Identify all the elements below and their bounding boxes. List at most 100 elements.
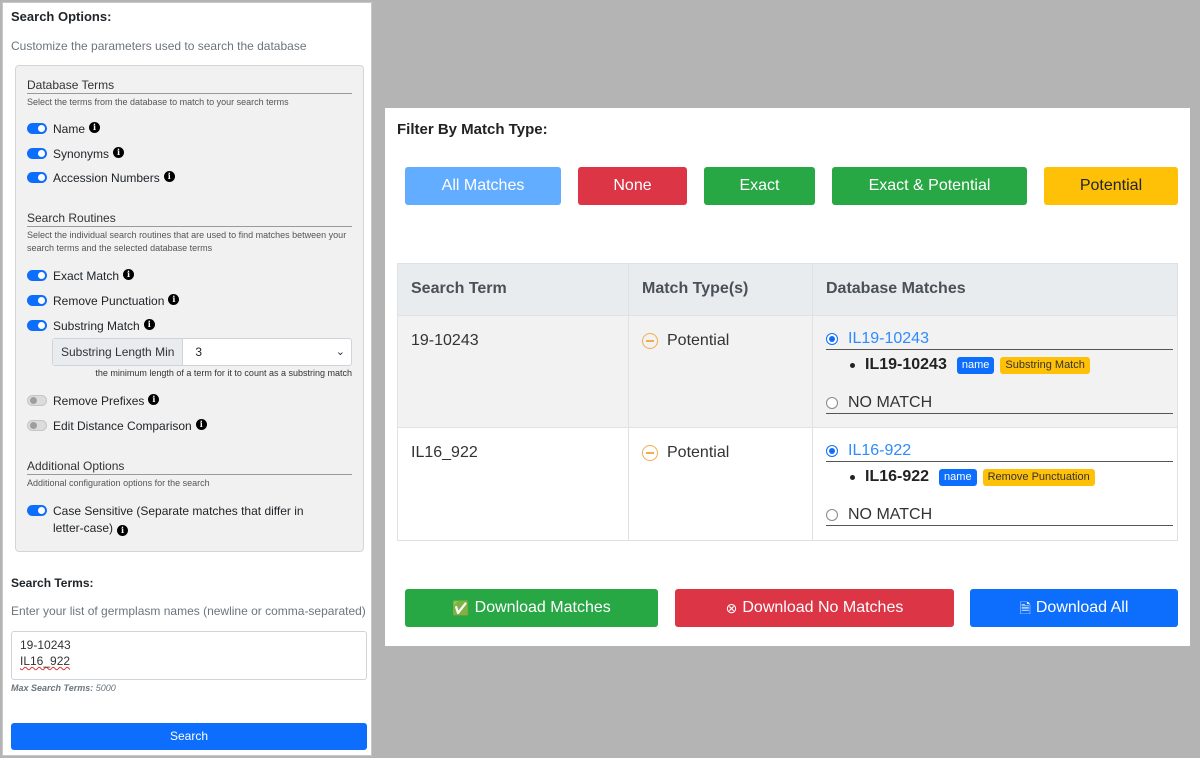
match-option[interactable]: IL19-10243 (826, 328, 1173, 350)
option-case-sensitive[interactable]: Case Sensitive (Separate matches that di… (27, 503, 337, 537)
badge-term: name (956, 356, 995, 374)
info-icon[interactable]: i (195, 419, 207, 430)
option-remove-punctuation[interactable]: Remove Punctuation i (27, 294, 180, 308)
option-label: Name (53, 122, 86, 136)
search-term-line: IL16_922 (20, 654, 71, 668)
download-no-matches-button[interactable]: ⊗ Download No Matches (675, 589, 954, 627)
option-exact-match[interactable]: Exact Match i (27, 269, 135, 283)
toggle-switch-name[interactable] (27, 123, 47, 134)
filter-none-button[interactable]: None (578, 167, 687, 205)
info-icon[interactable]: i (117, 525, 129, 536)
search-term-line: 19-10243 (20, 638, 71, 652)
search-term-text: 19-10243 (411, 332, 479, 349)
match-type-label: Potential (667, 444, 730, 461)
option-label: Remove Punctuation (53, 294, 165, 308)
database-match-options: IL16-922 IL16-922 name Remove Punctuatio… (826, 440, 1173, 526)
info-icon[interactable]: i (168, 294, 180, 305)
option-label: Substring Match (53, 319, 140, 333)
substring-length-select[interactable]: 3 ⌄ (183, 339, 351, 365)
toggle-switch-remove-punctuation[interactable] (27, 295, 47, 306)
search-options-title: Search Options: (11, 9, 112, 24)
option-accession-numbers[interactable]: Accession Numbers i (27, 171, 175, 185)
max-search-terms: Max Search Terms: 5000 (11, 683, 116, 693)
info-icon[interactable]: i (113, 147, 125, 158)
chevron-down-icon: ⌄ (335, 346, 345, 358)
radio-button[interactable] (826, 508, 838, 521)
search-button[interactable]: Search (11, 723, 367, 750)
toggle-switch-case-sensitive[interactable] (27, 505, 47, 516)
toggle-switch-accession[interactable] (27, 172, 47, 183)
filter-exact-potential-button[interactable]: Exact & Potential (832, 167, 1027, 205)
minus-circle-icon (642, 445, 658, 461)
match-type: Potential (642, 444, 729, 462)
filter-potential-button[interactable]: Potential (1044, 167, 1178, 205)
radio-button[interactable] (826, 396, 838, 409)
info-icon[interactable]: i (148, 394, 160, 405)
no-match-option[interactable]: NO MATCH (826, 392, 1173, 414)
search-terms-title: Search Terms: (11, 576, 94, 590)
download-no-matches-label: Download No Matches (742, 599, 904, 616)
max-search-terms-label: Max Search Terms: (11, 683, 94, 693)
toggle-switch-remove-prefixes[interactable] (27, 395, 47, 406)
toggle-switch-synonyms[interactable] (27, 148, 47, 159)
substring-length-label: Substring Length Min (53, 339, 184, 365)
badge-term: name (939, 468, 977, 486)
info-icon[interactable]: i (123, 269, 135, 280)
additional-options-description: Additional configuration options for the… (27, 478, 210, 488)
filter-all-matches-button[interactable]: All Matches (405, 167, 561, 205)
column-header-search-term: Search Term (398, 264, 629, 315)
search-terms-textarea[interactable]: 19-10243 IL16_922 (11, 631, 367, 680)
database-match-options: IL19-10243 IL19-10243 name Substring Mat… (826, 328, 1173, 414)
search-routines-heading: Search Routines (27, 211, 352, 227)
match-detail: IL19-10243 name Substring Match (826, 350, 1173, 380)
radio-button[interactable] (826, 444, 838, 457)
table-row: 19-10243 Potential IL19-10243 IL19-10243 (398, 316, 1177, 428)
option-name[interactable]: Name i (27, 122, 101, 136)
filter-exact-button[interactable]: Exact (704, 167, 815, 205)
match-detail-name: IL19-10243 (865, 356, 947, 373)
toggle-switch-edit-distance[interactable] (27, 420, 47, 431)
radio-button[interactable] (826, 332, 838, 345)
download-all-button[interactable]: 🗎 Download All (970, 589, 1178, 627)
toggle-switch-exact-match[interactable] (27, 270, 47, 281)
table-row: IL16_922 Potential IL16-922 IL16-922 nam… (398, 428, 1177, 540)
search-term-text: IL16_922 (411, 444, 478, 461)
toggle-switch-substring-match[interactable] (27, 320, 47, 331)
filter-title: Filter By Match Type: (397, 121, 548, 138)
results-table: Search Term Match Type(s) Database Match… (397, 263, 1178, 541)
additional-options-heading: Additional Options (27, 459, 352, 475)
cell-search-term: 19-10243 (398, 316, 629, 427)
match-option[interactable]: IL16-922 (826, 440, 1173, 462)
option-label: Remove Prefixes (53, 394, 145, 408)
match-detail: IL16-922 name Remove Punctuation (826, 462, 1173, 492)
option-label: Case Sensitive (Separate matches that di… (53, 503, 337, 537)
search-options-panel: Search Options: Customize the parameters… (2, 2, 372, 756)
option-label: Synonyms (53, 147, 110, 161)
match-link[interactable]: IL19-10243 (848, 330, 929, 348)
no-match-label: NO MATCH (848, 393, 933, 411)
database-terms-heading: Database Terms (27, 78, 352, 94)
option-edit-distance[interactable]: Edit Distance Comparison i (27, 419, 207, 433)
match-type: Potential (642, 332, 729, 350)
download-matches-button[interactable]: ✅ Download Matches (405, 589, 658, 627)
match-type-label: Potential (667, 332, 730, 349)
search-routines-description: Select the individual search routines th… (27, 230, 347, 253)
cell-database-matches: IL16-922 IL16-922 name Remove Punctuatio… (813, 428, 1177, 540)
option-remove-prefixes[interactable]: Remove Prefixes i (27, 394, 160, 408)
match-link[interactable]: IL16-922 (848, 442, 911, 460)
max-search-terms-value: 5000 (95, 683, 116, 693)
column-header-match-types: Match Type(s) (629, 264, 813, 315)
minus-circle-icon (642, 333, 658, 349)
info-icon[interactable]: i (143, 319, 155, 330)
case-sensitive-label: Case Sensitive (Separate matches that di… (53, 504, 304, 535)
no-match-option[interactable]: NO MATCH (826, 504, 1173, 526)
option-substring-match[interactable]: Substring Match i (27, 319, 155, 333)
substring-length-value: 3 (195, 345, 203, 359)
bullet-icon (850, 362, 855, 368)
info-icon[interactable]: i (89, 122, 101, 133)
download-matches-label: Download Matches (474, 599, 611, 616)
cell-match-type: Potential (629, 428, 813, 540)
cell-match-type: Potential (629, 316, 813, 427)
option-synonyms[interactable]: Synonyms i (27, 147, 125, 161)
info-icon[interactable]: i (163, 171, 175, 182)
